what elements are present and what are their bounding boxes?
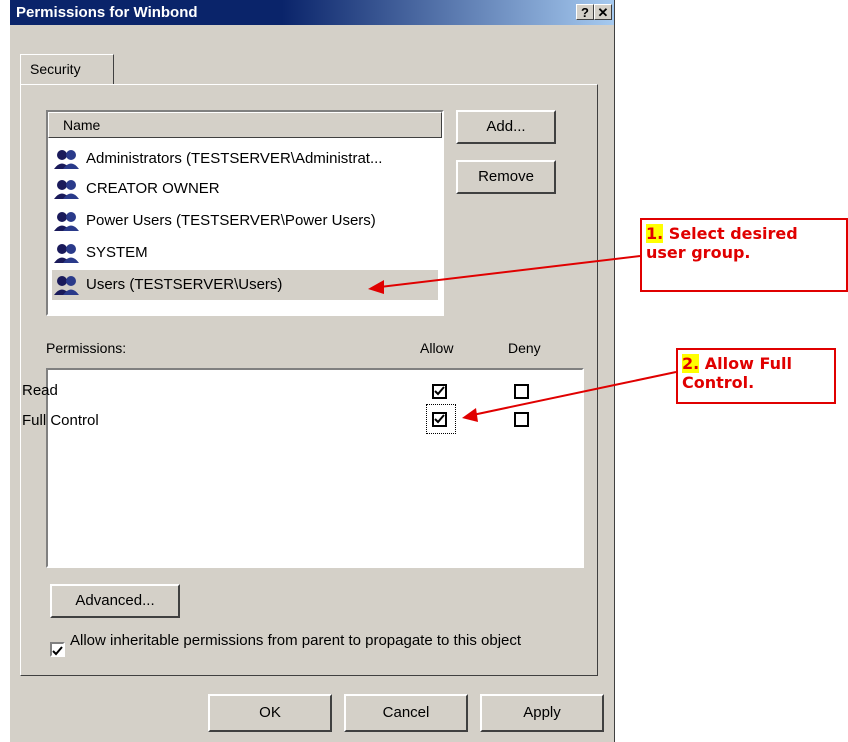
arrow-head-1 bbox=[368, 280, 384, 294]
arrow-head-2 bbox=[462, 408, 478, 422]
callout-text-line2: Control. bbox=[682, 373, 755, 392]
arrow-to-full-control bbox=[467, 371, 677, 417]
tab-security[interactable]: Security bbox=[20, 54, 114, 84]
callout-number: 2. bbox=[682, 354, 700, 373]
tab-security-label: Security bbox=[30, 61, 81, 77]
callout-select-user: 1. Select desired user group. bbox=[640, 218, 848, 292]
callout-text-line1: Select desired bbox=[668, 224, 798, 243]
callout-text-line2: user group. bbox=[646, 243, 751, 262]
callout-allow-full-control: 2. Allow Full Control. bbox=[676, 348, 836, 404]
arrow-to-users-row bbox=[371, 255, 641, 289]
callout-text-line1: Allow Full bbox=[704, 354, 792, 373]
callout-number: 1. bbox=[646, 224, 664, 243]
